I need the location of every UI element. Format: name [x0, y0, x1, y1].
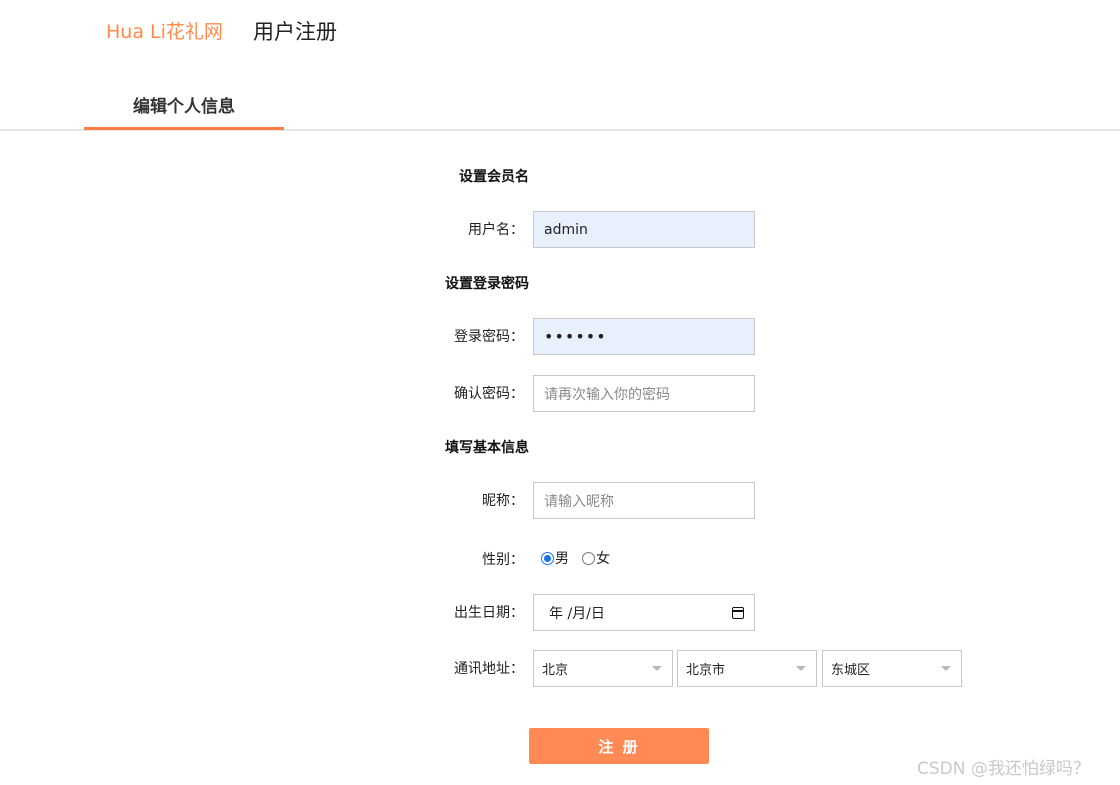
district-select[interactable]: 东城区: [822, 650, 962, 687]
username-input[interactable]: admin: [533, 211, 755, 248]
tab-edit-profile[interactable]: 编辑个人信息: [84, 80, 284, 128]
gender-radio-group: 男 女: [541, 548, 623, 568]
chevron-down-icon: [652, 666, 662, 671]
province-select[interactable]: 北京: [533, 650, 673, 687]
login-password-input[interactable]: ••••••: [533, 318, 755, 355]
username-value: admin: [544, 221, 588, 238]
nickname-label: 昵称：: [482, 493, 524, 509]
gender-female-radio[interactable]: [582, 551, 595, 565]
section-heading-member-name: 设置会员名: [459, 169, 529, 185]
confirm-password-label: 确认密码：: [454, 386, 524, 402]
nickname-placeholder: 请输入昵称: [544, 493, 614, 510]
district-value: 东城区: [831, 663, 871, 678]
birthday-label: 出生日期：: [454, 605, 524, 621]
chevron-down-icon: [796, 666, 806, 671]
login-password-value: ••••••: [544, 326, 607, 346]
gender-label: 性别：: [482, 552, 524, 568]
gender-male-radio[interactable]: [541, 551, 554, 565]
gender-female-label[interactable]: 女: [596, 548, 610, 568]
section-heading-password: 设置登录密码: [445, 276, 529, 292]
section-heading-basic-info: 填写基本信息: [445, 440, 529, 456]
chevron-down-icon: [941, 666, 951, 671]
username-label: 用户名：: [468, 222, 524, 238]
watermark-text: CSDN @我还怕绿吗？: [917, 759, 1090, 779]
tab-active-indicator: [84, 127, 284, 130]
city-select[interactable]: 北京市: [677, 650, 817, 687]
brand-logo-text[interactable]: Hua Li花礼网: [106, 17, 223, 44]
birthday-date-input[interactable]: 年 /月/日: [533, 594, 755, 631]
city-value: 北京市: [686, 663, 726, 678]
page-title: 用户注册: [253, 20, 337, 44]
birthday-value: 年 /月/日: [549, 605, 605, 622]
province-value: 北京: [542, 663, 569, 678]
nickname-input[interactable]: 请输入昵称: [533, 482, 755, 519]
confirm-password-placeholder: 请再次输入你的密码: [544, 386, 670, 403]
calendar-icon[interactable]: [732, 606, 744, 619]
confirm-password-input[interactable]: 请再次输入你的密码: [533, 375, 755, 412]
address-label: 通讯地址：: [454, 661, 524, 677]
login-password-label: 登录密码：: [454, 329, 524, 345]
gender-male-label[interactable]: 男: [555, 548, 569, 568]
register-button[interactable]: 注 册: [529, 728, 709, 764]
